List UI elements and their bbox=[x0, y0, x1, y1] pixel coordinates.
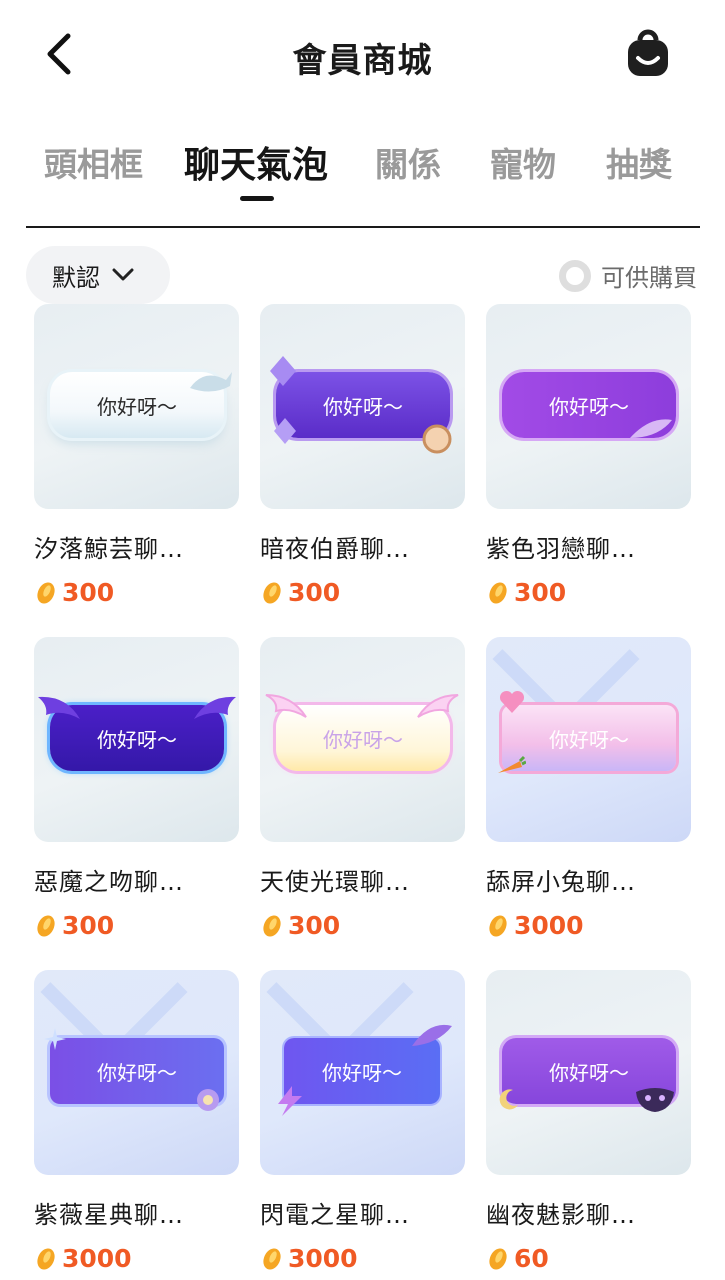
item-price: 3000 bbox=[514, 911, 584, 940]
app-header: 會員商城 bbox=[0, 0, 725, 110]
bubble-text: 你好呀～ bbox=[549, 727, 629, 752]
bat-wing-icon bbox=[194, 696, 236, 719]
bubble-preview: 你好呀～ bbox=[260, 304, 465, 509]
item-name: 幽夜魅影聊… bbox=[486, 1201, 636, 1229]
coin-icon bbox=[37, 581, 55, 604]
available-filter[interactable]: 可供購買 bbox=[559, 258, 697, 293]
tabs-divider bbox=[26, 226, 700, 228]
bubble-preview: 你好呀～ bbox=[260, 637, 465, 842]
item-card[interactable]: 你好呀～ 舔屏小兔聊… 3000 bbox=[486, 637, 691, 940]
item-price: 300 bbox=[62, 578, 115, 607]
coin-icon bbox=[263, 1247, 281, 1270]
bubble-preview: 你好呀～ bbox=[34, 970, 239, 1175]
coin-icon bbox=[489, 914, 507, 937]
page-title: 會員商城 bbox=[292, 41, 433, 81]
category-tabs: 頭相框 聊天氣泡 關係 寵物 抽獎 bbox=[0, 138, 725, 208]
bubble-text: 你好呀～ bbox=[97, 727, 177, 752]
item-price: 300 bbox=[288, 578, 341, 607]
item-card[interactable]: 你好呀～ 紫薇星典聊… 3000 bbox=[34, 970, 239, 1273]
flower-icon bbox=[197, 1089, 219, 1111]
price-row: 300 bbox=[34, 578, 239, 607]
item-price: 3000 bbox=[288, 1244, 358, 1273]
bubble-text: 你好呀～ bbox=[323, 394, 403, 419]
angel-wing-icon bbox=[265, 694, 307, 718]
item-price: 3000 bbox=[62, 1244, 132, 1273]
bubble-preview: 你好呀～ bbox=[486, 637, 691, 842]
price-row: 300 bbox=[486, 578, 691, 607]
bubble-text: 你好呀～ bbox=[97, 394, 177, 419]
price-row: 300 bbox=[260, 578, 465, 607]
item-card[interactable]: 你好呀～ 天使光環聊… 300 bbox=[260, 637, 465, 940]
carrot-icon bbox=[498, 755, 526, 773]
item-name: 紫薇星典聊… bbox=[34, 1201, 184, 1229]
item-name: 暗夜伯爵聊… bbox=[260, 535, 410, 563]
item-price: 300 bbox=[288, 911, 341, 940]
item-card[interactable]: 你好呀～ 閃電之星聊… 3000 bbox=[260, 970, 465, 1273]
clock-icon bbox=[422, 424, 452, 454]
bubble-preview: 你好呀～ bbox=[34, 637, 239, 842]
moon-icon bbox=[499, 1089, 518, 1110]
tab-avatar-frame[interactable]: 頭相框 bbox=[44, 138, 143, 186]
crystal-icon bbox=[270, 356, 296, 386]
bubble-text: 你好呀～ bbox=[97, 1060, 177, 1085]
item-card[interactable]: 你好呀～ 幽夜魅影聊… 60 bbox=[486, 970, 691, 1273]
angel-wing-icon bbox=[417, 694, 459, 718]
tab-lottery[interactable]: 抽獎 bbox=[606, 138, 672, 186]
price-row: 300 bbox=[34, 911, 239, 940]
leaf-icon bbox=[412, 1024, 452, 1046]
mask-icon bbox=[636, 1088, 674, 1112]
bubble-text: 你好呀～ bbox=[323, 727, 403, 752]
heart-icon bbox=[499, 690, 525, 713]
feather-icon bbox=[630, 419, 672, 438]
bubble-text: 你好呀～ bbox=[549, 394, 629, 419]
backpack-icon bbox=[628, 29, 668, 76]
price-row: 3000 bbox=[486, 911, 691, 940]
bubble-text: 你好呀～ bbox=[322, 1060, 402, 1085]
item-card[interactable]: 你好呀～ 汐落鯨芸聊… 300 bbox=[34, 304, 239, 607]
active-tab-indicator bbox=[240, 196, 274, 201]
coin-icon bbox=[37, 1247, 55, 1270]
item-name: 汐落鯨芸聊… bbox=[34, 535, 184, 563]
price-row: 3000 bbox=[260, 1244, 465, 1273]
coin-icon bbox=[37, 914, 55, 937]
item-price: 300 bbox=[62, 911, 115, 940]
coin-icon bbox=[263, 581, 281, 604]
item-price: 60 bbox=[514, 1244, 549, 1273]
bubble-preview: 你好呀～ bbox=[34, 304, 239, 509]
bubble-preview: 你好呀～ bbox=[486, 970, 691, 1175]
coin-icon bbox=[489, 581, 507, 604]
tab-pet[interactable]: 寵物 bbox=[490, 138, 556, 186]
filter-radio[interactable] bbox=[559, 259, 591, 292]
coin-icon bbox=[263, 914, 281, 937]
item-name: 惡魔之吻聊… bbox=[34, 868, 184, 896]
price-row: 60 bbox=[486, 1244, 691, 1273]
bubble-preview: 你好呀～ bbox=[260, 970, 465, 1175]
price-row: 3000 bbox=[34, 1244, 239, 1273]
backpack-button[interactable] bbox=[622, 28, 674, 80]
bubble-preview: 你好呀～ bbox=[486, 304, 691, 509]
tab-relationship[interactable]: 關係 bbox=[375, 138, 441, 186]
price-row: 300 bbox=[260, 911, 465, 940]
sample-bubble: 你好呀～ bbox=[502, 705, 676, 771]
item-name: 天使光環聊… bbox=[260, 868, 410, 896]
coin-icon bbox=[489, 1247, 507, 1270]
lightning-icon bbox=[278, 1086, 302, 1116]
filter-label: 可供購買 bbox=[601, 264, 697, 292]
item-price: 300 bbox=[514, 578, 567, 607]
crystal-icon bbox=[274, 418, 296, 444]
sparkle-icon bbox=[44, 1028, 66, 1050]
item-name: 紫色羽戀聊… bbox=[486, 535, 636, 563]
item-card[interactable]: 你好呀～ 紫色羽戀聊… 300 bbox=[486, 304, 691, 607]
bat-wing-icon bbox=[38, 696, 80, 719]
whale-icon bbox=[190, 372, 232, 392]
item-card[interactable]: 你好呀～ 惡魔之吻聊… 300 bbox=[34, 637, 239, 940]
tab-chat-bubble[interactable]: 聊天氣泡 bbox=[184, 138, 328, 188]
item-name: 舔屏小兔聊… bbox=[486, 868, 636, 896]
item-name: 閃電之星聊… bbox=[260, 1201, 410, 1229]
sort-dropdown[interactable]: 默認 bbox=[26, 246, 170, 304]
chevron-down-icon bbox=[112, 268, 134, 281]
sort-label: 默認 bbox=[52, 263, 100, 292]
bubble-text: 你好呀～ bbox=[549, 1060, 629, 1085]
item-card[interactable]: 你好呀～ 暗夜伯爵聊… 300 bbox=[260, 304, 465, 607]
